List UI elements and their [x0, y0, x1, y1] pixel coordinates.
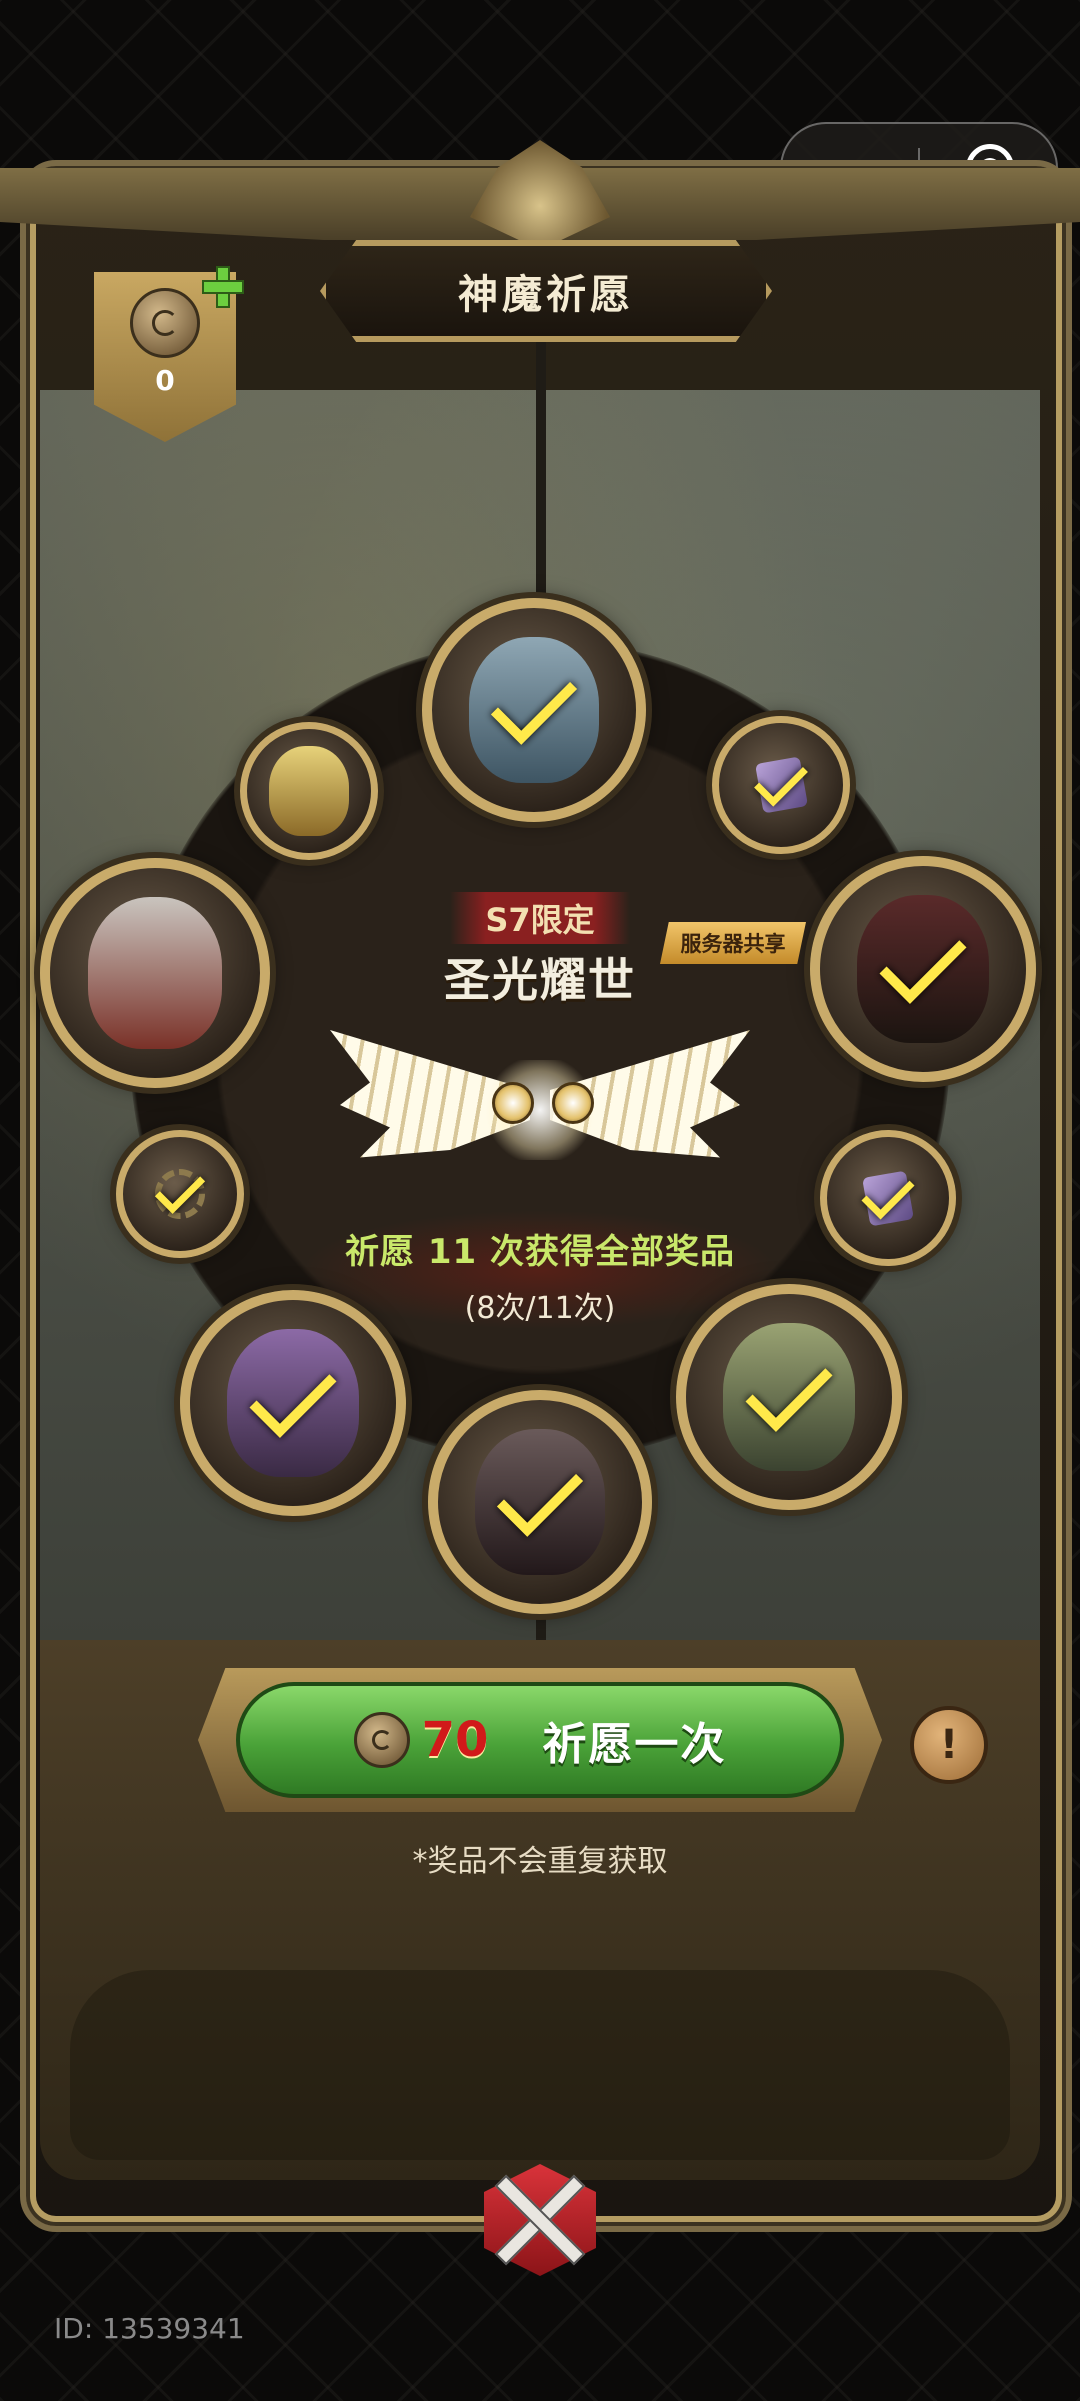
reward-slot-dark-item-left[interactable]	[116, 1130, 244, 1258]
close-button[interactable]	[470, 2150, 610, 2290]
user-id: ID: 13539341	[54, 2312, 245, 2345]
currency-count: 0	[155, 364, 175, 397]
reward-slot-angel-hero[interactable]	[422, 598, 646, 822]
wing-gem-left	[492, 1082, 534, 1124]
page-title: 神魔祈愿	[320, 240, 772, 342]
progress-info: 祈愿 11 次获得全部奖品 (8次/11次)	[300, 1210, 780, 1330]
server-shared-badge: 服务器共享	[660, 922, 806, 964]
reward-slot-golden-hero[interactable]	[240, 722, 378, 860]
reward-slot-dark-demon-hero[interactable]	[810, 856, 1036, 1082]
info-icon[interactable]: !	[910, 1706, 988, 1784]
draw-once-button[interactable]: 70 祈愿一次	[236, 1682, 844, 1798]
wing-gem-right	[552, 1082, 594, 1124]
coin-icon	[130, 288, 200, 358]
progress-count: (8次/11次)	[464, 1291, 616, 1326]
reward-slot-purple-cube-right[interactable]	[820, 1130, 956, 1266]
draw-label: 祈愿一次	[542, 1719, 727, 1770]
add-currency-plus-icon[interactable]	[198, 262, 248, 312]
reward-slot-purple-cube-top[interactable]	[712, 716, 850, 854]
limited-season-ribbon: S7限定	[450, 892, 630, 944]
reward-slot-armored-hero[interactable]	[428, 1390, 652, 1614]
progress-text: 祈愿 11 次获得全部奖品	[345, 1232, 735, 1272]
draw-cost: 70	[421, 1712, 489, 1768]
reward-slot-horned-hero[interactable]	[40, 858, 270, 1088]
event-title: 圣光耀世	[444, 953, 636, 1007]
coin-icon	[353, 1712, 410, 1768]
no-duplicate-notice: *奖品不会重复获取	[412, 1844, 668, 1879]
holy-wings-illustration	[330, 1020, 750, 1200]
golden-hero-portrait	[269, 746, 349, 836]
horned-hero-portrait	[87, 897, 223, 1049]
